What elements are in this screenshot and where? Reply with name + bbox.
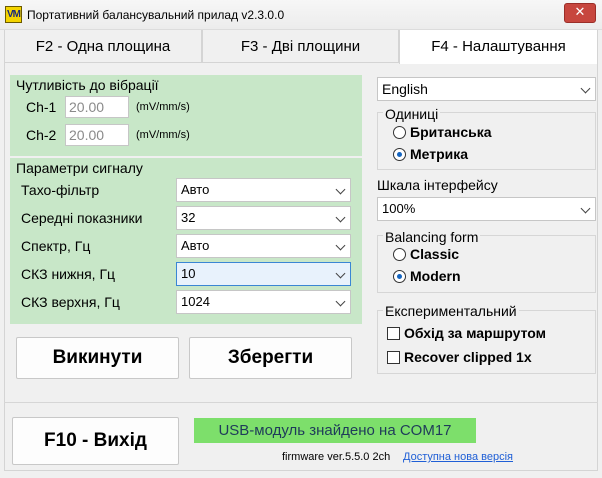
divider (4, 402, 598, 403)
averages-label: Середні показники (21, 210, 143, 226)
ch2-unit: (mV/mm/s) (136, 129, 190, 141)
chevron-down-icon (580, 203, 591, 214)
averages-value: 32 (181, 210, 196, 225)
spectrum-label: Спектр, Гц (21, 238, 91, 254)
scale-title: Шкала інтерфейсу (377, 177, 498, 193)
units-imperial-radio[interactable] (393, 126, 406, 139)
window-title: Портативний балансувальний прилад v2.3.0… (27, 8, 285, 22)
update-available-link[interactable]: Доступна нова версія (403, 451, 513, 463)
signal-title: Параметри сигналу (16, 160, 143, 176)
chevron-down-icon (335, 296, 346, 307)
tab-one-plane[interactable]: F2 - Одна площина (4, 30, 202, 63)
tab-two-planes[interactable]: F3 - Дві площини (202, 30, 399, 63)
ch1-sensitivity-input[interactable]: 20.00 (65, 96, 129, 118)
scale-select[interactable]: 100% (377, 197, 596, 221)
save-button[interactable]: Зберегти (189, 337, 352, 379)
ch2-sensitivity-input[interactable]: 20.00 (65, 124, 129, 146)
ch1-unit: (mV/mm/s) (136, 101, 190, 113)
units-metric-label[interactable]: Метрика (410, 146, 468, 162)
units-metric-radio[interactable] (393, 148, 406, 161)
app-icon: VM (5, 6, 22, 23)
chevron-down-icon (335, 212, 346, 223)
route-traversal-label[interactable]: Обхід за маршрутом (404, 325, 546, 341)
units-title: Одиниці (383, 106, 441, 122)
chevron-down-icon (335, 268, 346, 279)
chevron-down-icon (335, 240, 346, 251)
tacho-filter-value: Авто (181, 182, 210, 197)
form-classic-label[interactable]: Classic (410, 246, 459, 262)
route-traversal-checkbox[interactable] (387, 327, 400, 340)
rms-lower-value: 10 (181, 266, 196, 281)
close-button[interactable]: ✕ (564, 3, 596, 23)
ch1-label: Ch-1 (26, 99, 57, 115)
recover-clipped-checkbox[interactable] (387, 351, 400, 364)
units-imperial-label[interactable]: Британська (410, 124, 492, 140)
recover-clipped-label[interactable]: Recover clipped 1x (404, 349, 532, 365)
language-select[interactable]: English (377, 77, 596, 101)
form-modern-radio[interactable] (393, 270, 406, 283)
chevron-down-icon (335, 184, 346, 195)
tab-settings[interactable]: F4 - Налаштування (399, 30, 598, 64)
ch2-label: Ch-2 (26, 127, 57, 143)
chevron-down-icon (580, 83, 591, 94)
form-classic-radio[interactable] (393, 248, 406, 261)
spectrum-select[interactable]: Авто (176, 234, 351, 258)
rms-upper-label: СКЗ верхня, Гц (21, 294, 120, 310)
rms-upper-value: 1024 (181, 294, 210, 309)
balancing-form-title: Balancing form (383, 229, 481, 245)
firmware-version: firmware ver.5.5.0 2ch (282, 451, 391, 463)
experimental-title: Експериментальний (383, 303, 519, 319)
tacho-filter-label: Тахо-фільтр (21, 182, 100, 198)
discard-button[interactable]: Викинути (16, 337, 179, 379)
averages-select[interactable]: 32 (176, 206, 351, 230)
tacho-filter-select[interactable]: Авто (176, 178, 351, 202)
rms-lower-select[interactable]: 10 (176, 262, 351, 286)
scale-value: 100% (382, 201, 416, 216)
language-value: English (382, 81, 428, 97)
form-modern-label[interactable]: Modern (410, 268, 461, 284)
rms-upper-select[interactable]: 1024 (176, 290, 351, 314)
rms-lower-label: СКЗ нижня, Гц (21, 266, 116, 282)
exit-button[interactable]: F10 - Вихід (12, 417, 179, 465)
usb-status-badge: USB-модуль знайдено на COM17 (194, 418, 476, 443)
spectrum-value: Авто (181, 238, 210, 253)
sensitivity-title: Чутливість до вібрації (16, 77, 159, 93)
